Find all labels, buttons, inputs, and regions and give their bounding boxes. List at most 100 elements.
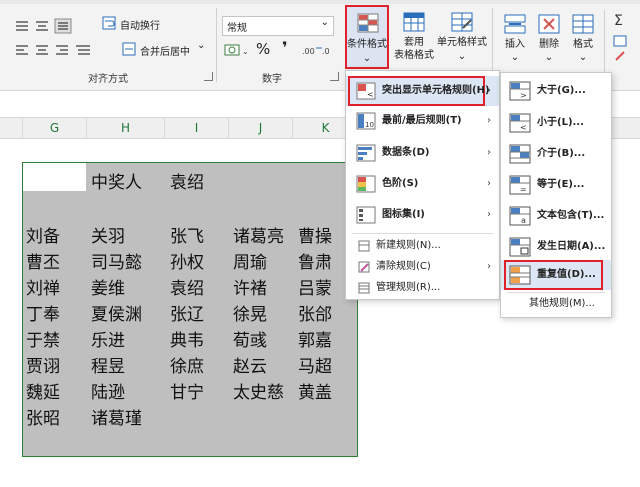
- name-cell[interactable]: 诸葛瑾: [91, 404, 142, 429]
- sum-icon[interactable]: Σ: [612, 12, 634, 72]
- greater-than-icon: >: [509, 81, 531, 101]
- name-cell[interactable]: 姜维: [91, 274, 125, 299]
- submenu-item-text-contains[interactable]: a 文本包含(T)...: [501, 201, 611, 231]
- name-cell[interactable]: 丁奉: [26, 300, 60, 325]
- name-cell[interactable]: 甘宁: [170, 378, 204, 403]
- name-cell[interactable]: 刘备: [26, 222, 60, 247]
- submenu-item-date-occurring[interactable]: 发生日期(A)...: [501, 232, 611, 262]
- column-header-h[interactable]: H: [86, 118, 164, 138]
- merge-center-icon[interactable]: [122, 42, 136, 56]
- name-cell[interactable]: 荀彧: [233, 326, 267, 351]
- menu-item-icon-sets[interactable]: 图标集(I) ›: [346, 200, 499, 230]
- conditional-format-menu: < 突出显示单元格规则(H) › 10 最前/最后规则(T) › 数据条(D) …: [345, 70, 500, 300]
- column-header-i[interactable]: I: [164, 118, 228, 138]
- svg-text:a: a: [521, 216, 526, 225]
- column-header-j[interactable]: J: [228, 118, 292, 138]
- name-cell[interactable]: 曹丕: [26, 248, 60, 273]
- name-cell[interactable]: 魏延: [26, 378, 60, 403]
- table-format-button[interactable]: 套用 表格格式: [394, 8, 434, 68]
- cell-style-label: 单元格样式: [437, 37, 487, 48]
- name-cell[interactable]: 夏侯渊: [91, 300, 142, 325]
- vertical-align-icons[interactable]: [14, 18, 76, 34]
- menu-item-data-bars[interactable]: 数据条(D) ›: [346, 138, 499, 168]
- name-cell[interactable]: 乐进: [91, 326, 125, 351]
- name-cell[interactable]: 吕蒙: [298, 274, 332, 299]
- name-cell[interactable]: 曹操: [298, 222, 332, 247]
- name-cell[interactable]: 张飞: [170, 222, 204, 247]
- name-cell[interactable]: 张昭: [26, 404, 60, 429]
- menu-label: 色阶(S): [382, 178, 419, 189]
- submenu-item-equal-to[interactable]: = 等于(E)...: [501, 170, 611, 200]
- name-cell[interactable]: 司马懿: [91, 248, 142, 273]
- name-cell[interactable]: 于禁: [26, 326, 60, 351]
- active-cell[interactable]: [23, 163, 86, 191]
- header-cell[interactable]: 袁绍: [170, 168, 204, 193]
- name-cell[interactable]: 陆逊: [91, 378, 125, 403]
- menu-label: 突出显示单元格规则(H): [382, 85, 490, 96]
- submenu-item-more-rules[interactable]: 其他规则(M)...: [501, 294, 611, 314]
- table-format-label-1: 套用: [404, 37, 424, 48]
- decrease-decimal-icon[interactable]: .00 .0: [302, 42, 334, 58]
- alignment-launcher-icon[interactable]: [204, 72, 213, 81]
- format-button[interactable]: 格式 ⌄: [568, 10, 598, 66]
- delete-button[interactable]: 删除 ⌄: [534, 10, 564, 66]
- name-cell[interactable]: 刘禅: [26, 274, 60, 299]
- menu-label: 最前/最后规则(T): [382, 115, 462, 126]
- conditional-format-button[interactable]: 条件格式 ⌄: [345, 5, 389, 69]
- name-cell[interactable]: 关羽: [91, 222, 125, 247]
- submenu-item-duplicate-values[interactable]: 重复值(D)...: [501, 260, 611, 290]
- submenu-item-less-than[interactable]: < 小于(L)...: [501, 108, 611, 138]
- data-bars-icon: [356, 144, 376, 162]
- name-cell[interactable]: 程昱: [91, 352, 125, 377]
- name-cell[interactable]: 袁绍: [170, 274, 204, 299]
- merge-center-button[interactable]: 合并后居中: [140, 43, 190, 58]
- name-cell[interactable]: 贾诩: [26, 352, 60, 377]
- wrap-text-button[interactable]: 自动换行: [120, 17, 160, 32]
- name-cell[interactable]: 许褚: [233, 274, 267, 299]
- name-cell[interactable]: 张郃: [298, 300, 332, 325]
- name-cell[interactable]: 诸葛亮: [233, 222, 284, 247]
- menu-item-new-rule[interactable]: 新建规则(N)...: [346, 235, 499, 257]
- menu-separator: [352, 233, 493, 234]
- name-cell[interactable]: 典韦: [170, 326, 204, 351]
- name-cell[interactable]: 孙权: [170, 248, 204, 273]
- name-cell[interactable]: 赵云: [233, 352, 267, 377]
- name-cell[interactable]: 马超: [298, 352, 332, 377]
- delete-cells-icon: [538, 14, 560, 34]
- merge-dropdown-icon[interactable]: ⌄: [197, 40, 205, 51]
- icon-sets-icon: [356, 206, 376, 224]
- svg-text:=: =: [520, 185, 527, 194]
- less-than-icon: <: [509, 113, 531, 133]
- submenu-item-between[interactable]: 介于(B)...: [501, 139, 611, 169]
- chevron-down-icon: ⌄: [320, 17, 329, 28]
- name-cell[interactable]: 周瑜: [233, 248, 267, 273]
- menu-item-highlight-rules[interactable]: < 突出显示单元格规则(H) ›: [346, 76, 499, 106]
- name-cell[interactable]: 郭嘉: [298, 326, 332, 351]
- submenu-item-greater-than[interactable]: > 大于(G)...: [501, 76, 611, 106]
- menu-item-manage-rules[interactable]: 管理规则(R)...: [346, 277, 499, 299]
- name-cell[interactable]: 张辽: [170, 300, 204, 325]
- number-format-select[interactable]: 常规 ⌄: [222, 16, 334, 36]
- number-launcher-icon[interactable]: [330, 72, 339, 81]
- name-cell[interactable]: 徐晃: [233, 300, 267, 325]
- currency-icon[interactable]: ⌄: [224, 42, 250, 58]
- column-header-g[interactable]: G: [22, 118, 86, 138]
- comma-style-button[interactable]: ❜: [282, 38, 288, 57]
- menu-separator: [507, 292, 605, 293]
- insert-button[interactable]: 插入 ⌄: [500, 10, 530, 66]
- menu-item-clear-rules[interactable]: 清除规则(C) ›: [346, 256, 499, 278]
- chevron-down-icon: ⌄: [578, 52, 588, 63]
- horizontal-align-icons[interactable]: [14, 42, 94, 58]
- menu-item-top-bottom[interactable]: 10 最前/最后规则(T) ›: [346, 106, 499, 136]
- name-cell[interactable]: 黄盖: [298, 378, 332, 403]
- percent-button[interactable]: %: [256, 40, 270, 58]
- name-cell[interactable]: 太史慈: [233, 378, 284, 403]
- submenu-label: 重复值(D)...: [537, 269, 596, 280]
- wrap-text-icon[interactable]: [102, 16, 116, 30]
- menu-item-color-scales[interactable]: 色阶(S) ›: [346, 169, 499, 199]
- cell-style-button[interactable]: 单元格样式 ⌄: [437, 8, 487, 68]
- header-cell[interactable]: 中奖人: [91, 168, 142, 193]
- conditional-format-icon: [357, 13, 379, 33]
- name-cell[interactable]: 徐庶: [170, 352, 204, 377]
- name-cell[interactable]: 鲁肃: [298, 248, 332, 273]
